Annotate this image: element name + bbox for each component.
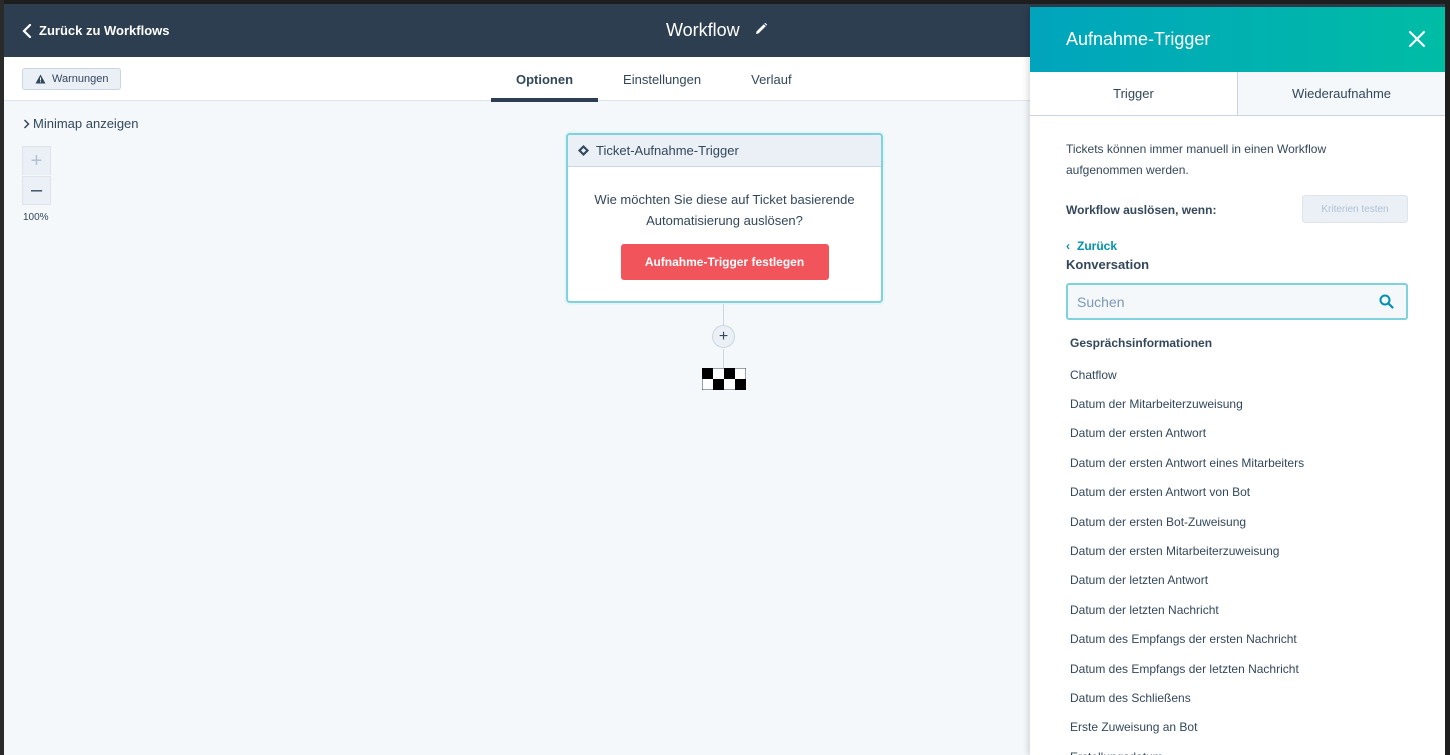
tab-wiederaufnahme[interactable]: Wiederaufnahme: [1237, 72, 1445, 115]
back-link[interactable]: ‹ Zurück: [1066, 239, 1409, 253]
close-icon[interactable]: [1407, 29, 1427, 49]
panel-title: Aufnahme-Trigger: [1066, 29, 1211, 49]
trigger-card[interactable]: Ticket-Aufnahme-Trigger Wie möchten Sie …: [566, 133, 883, 303]
list-item[interactable]: Datum der Mitarbeiterzuweisung: [1066, 389, 1409, 418]
trigger-card-title: Ticket-Aufnahme-Trigger: [596, 143, 739, 158]
tab-verlauf[interactable]: Verlauf: [726, 57, 816, 101]
list-item[interactable]: Erste Zuweisung an Bot: [1066, 713, 1409, 742]
back-label: Zurück zu Workflows: [39, 23, 170, 38]
minimap-label: Minimap anzeigen: [33, 116, 139, 131]
warning-icon: [35, 74, 46, 84]
chevron-left-icon: [22, 23, 32, 38]
panel-header: Aufnahme-Trigger: [1030, 7, 1445, 72]
warnings-button[interactable]: Warnungen: [22, 68, 122, 90]
list-item[interactable]: Datum der letzten Nachricht: [1066, 595, 1409, 624]
list-item[interactable]: Datum der ersten Antwort: [1066, 419, 1409, 448]
property-list: Chatflow Datum der Mitarbeiterzuweisung …: [1066, 360, 1409, 755]
workflow-title: Workflow: [666, 20, 740, 40]
search-icon[interactable]: [1379, 294, 1394, 309]
finish-flag-icon: [702, 368, 746, 390]
minimap-toggle[interactable]: Minimap anzeigen: [23, 116, 139, 131]
group-title: Gesprächsinformationen: [1070, 336, 1213, 350]
set-enrollment-trigger-button[interactable]: Aufnahme-Trigger festlegen: [620, 244, 829, 280]
back-to-workflows-link[interactable]: Zurück zu Workflows: [22, 4, 170, 57]
list-item[interactable]: Datum der ersten Bot-Zuweisung: [1066, 507, 1409, 536]
back-link-label: Zurück: [1077, 239, 1118, 253]
trigger-card-header: Ticket-Aufnahme-Trigger: [568, 135, 881, 167]
list-item[interactable]: Chatflow: [1066, 360, 1409, 389]
section-title: Konversation: [1066, 257, 1150, 272]
test-criteria-button[interactable]: Kriterien testen: [1302, 195, 1408, 223]
diamond-icon: [578, 145, 589, 156]
list-item[interactable]: Erstellungsdatum: [1066, 742, 1409, 755]
zoom-in-button[interactable]: +: [22, 146, 51, 175]
search-input[interactable]: [1068, 285, 1368, 318]
zoom-level: 100%: [23, 212, 49, 223]
chevron-right-icon: [23, 118, 30, 129]
tab-trigger[interactable]: Trigger: [1030, 72, 1237, 115]
enrollment-trigger-panel: Aufnahme-Trigger Trigger Wiederaufnahme …: [1030, 7, 1445, 755]
trigger-when-label: Workflow auslösen, wenn:: [1066, 203, 1217, 217]
connector-line: [723, 304, 724, 325]
list-item[interactable]: Datum der ersten Antwort von Bot: [1066, 478, 1409, 507]
trigger-card-question: Wie möchten Sie diese auf Ticket basiere…: [594, 192, 855, 228]
list-item[interactable]: Datum der ersten Antwort eines Mitarbeit…: [1066, 448, 1409, 477]
list-item[interactable]: Datum des Empfangs der ersten Nachricht: [1066, 625, 1409, 654]
tab-optionen[interactable]: Optionen: [491, 57, 599, 102]
list-item[interactable]: Datum des Empfangs der letzten Nachricht: [1066, 654, 1409, 683]
pencil-icon[interactable]: [754, 20, 768, 41]
workflow-app: Zurück zu Workflows Workflow Warnungen O…: [4, 4, 1445, 755]
tab-einstellungen[interactable]: Einstellungen: [598, 57, 726, 101]
zoom-out-button[interactable]: –: [22, 176, 51, 205]
connector-line: [723, 349, 724, 368]
chevron-left-icon: ‹: [1066, 239, 1070, 253]
workflow-tabs: Optionen Einstellungen Verlauf: [491, 57, 817, 102]
manual-enrollment-info: Tickets können immer manuell in einen Wo…: [1066, 142, 1327, 177]
list-item[interactable]: Datum der ersten Mitarbeiterzuweisung: [1066, 536, 1409, 565]
list-item[interactable]: Datum der letzten Antwort: [1066, 566, 1409, 595]
panel-body: Tickets können immer manuell in einen Wo…: [1030, 139, 1445, 755]
search-field: [1066, 283, 1408, 320]
warnings-label: Warnungen: [52, 73, 109, 85]
add-step-button[interactable]: +: [712, 325, 735, 348]
panel-tabs: Trigger Wiederaufnahme: [1030, 72, 1445, 116]
workflow-title-group: Workflow: [666, 4, 768, 57]
trigger-row: Workflow auslösen, wenn: Kriterien teste…: [1066, 195, 1409, 223]
list-item[interactable]: Datum des Schließens: [1066, 683, 1409, 712]
